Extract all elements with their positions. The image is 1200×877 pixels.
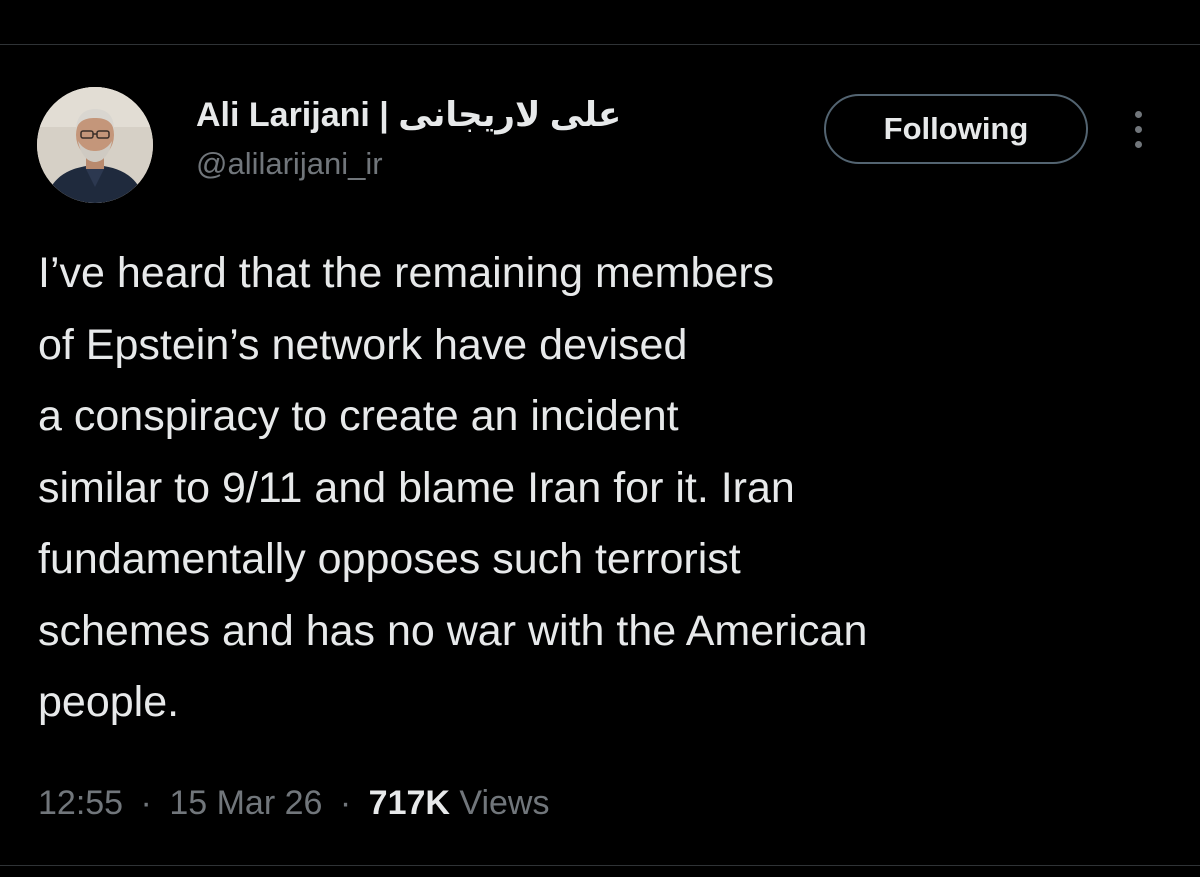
tweet-text-line: a conspiracy to create an incident <box>38 392 679 440</box>
tweet-text-line: I’ve heard that the remaining members <box>38 249 775 297</box>
meta-separator: · <box>339 784 352 822</box>
author-handle[interactable]: @alilarijani_ir <box>196 145 383 183</box>
tweet-time[interactable]: 12:55 <box>38 784 123 822</box>
more-dot <box>1134 140 1142 148</box>
meta-separator: · <box>140 784 152 822</box>
avatar[interactable] <box>37 87 153 203</box>
tweet-text-line: schemes and has no war with the American <box>38 606 868 655</box>
views-count[interactable]: 717K <box>369 784 450 822</box>
avatar-image <box>37 87 153 203</box>
tweet-meta: 12:55 · 15 Mar 26 · 717K Views <box>38 779 549 827</box>
more-options-icon[interactable] <box>1118 104 1158 154</box>
tweet-text-line: similar to 9/11 and blame Iran for it. I… <box>38 463 795 512</box>
following-button[interactable]: Following <box>824 94 1088 164</box>
more-dot <box>1134 110 1142 118</box>
tweet-text-line: people. <box>38 678 180 726</box>
more-dot <box>1134 125 1142 133</box>
tweet-text-line: of Epstein’s network have devised <box>38 320 688 369</box>
bottom-divider <box>0 865 1200 866</box>
tweet-date[interactable]: 15 Mar 26 <box>169 784 322 822</box>
author-name[interactable]: Ali Larijani | علی لاریجانی <box>196 95 621 135</box>
tweet-text: I’ve heard that the remaining members of… <box>38 238 1168 739</box>
views-label[interactable]: Views <box>459 784 549 822</box>
tweet-text-line: fundamentally opposes such terrorist <box>38 535 741 583</box>
top-divider <box>0 44 1200 45</box>
